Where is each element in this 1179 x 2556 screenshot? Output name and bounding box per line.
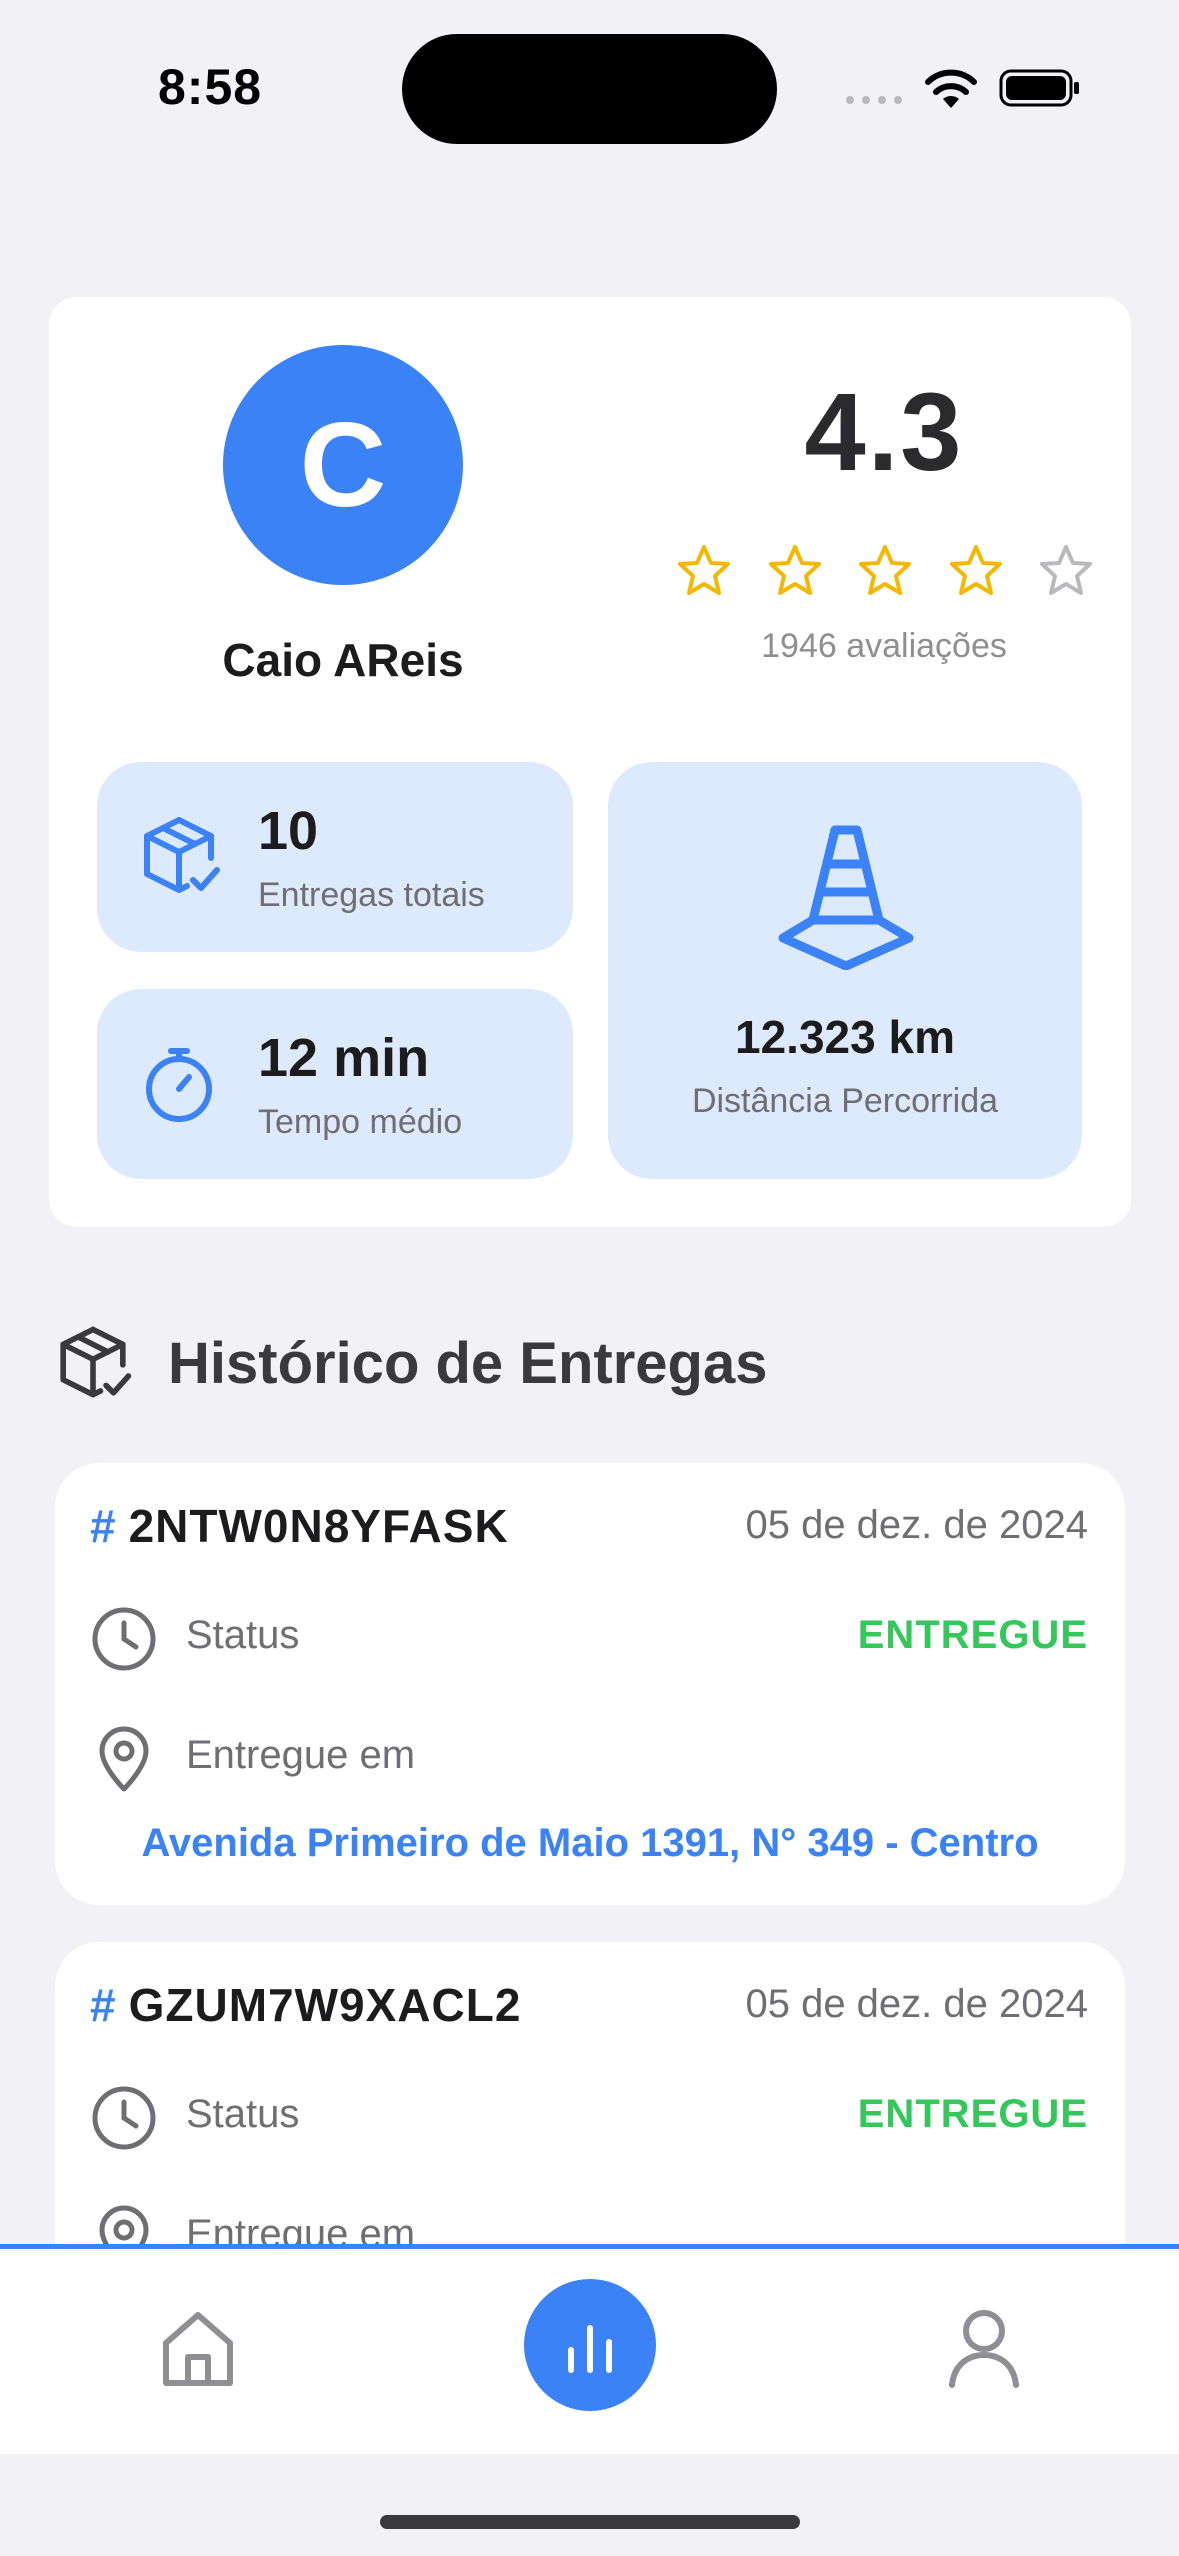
home-icon[interactable] bbox=[160, 2309, 236, 2389]
package-check-icon bbox=[144, 817, 220, 893]
tab-stats[interactable] bbox=[524, 2279, 656, 2411]
deliveries-value: 10 bbox=[258, 801, 319, 861]
star-empty-icon bbox=[1040, 545, 1092, 595]
avatar: C bbox=[223, 345, 463, 585]
profile-card: C Caio AReis 4.3 1946 avaliações 10 Entr… bbox=[49, 297, 1131, 1227]
clock-icon bbox=[92, 1607, 156, 1671]
history-title: Histórico de Entregas bbox=[168, 1331, 768, 1396]
location-label: Entregue em bbox=[186, 1733, 416, 1777]
stat-total-deliveries: 10 Entregas totais bbox=[97, 762, 573, 952]
status-time: 8:58 bbox=[158, 59, 263, 115]
status-label: Status bbox=[186, 2092, 300, 2136]
star-filled-icon bbox=[949, 545, 1002, 595]
deliveries-label: Entregas totais bbox=[258, 876, 485, 914]
order-code: GZUM7W9XACL2 bbox=[128, 1979, 522, 2031]
star-filled-icon bbox=[768, 545, 821, 595]
star-filled-icon bbox=[859, 545, 911, 595]
order-date: 05 de dez. de 2024 bbox=[745, 1982, 1088, 2026]
order-date: 05 de dez. de 2024 bbox=[745, 1503, 1088, 1547]
stat-average-time: 12 min Tempo médio bbox=[97, 989, 573, 1179]
tab-bar bbox=[0, 2244, 1179, 2454]
order-id: # GZUM7W9XACL2 bbox=[90, 1978, 521, 2032]
hash-symbol: # bbox=[90, 1979, 117, 2031]
clock-icon bbox=[92, 2086, 156, 2150]
user-icon[interactable] bbox=[946, 2307, 1022, 2389]
delivery-card[interactable]: #2NTW0N8YFASK 05 de dez. de 2024 Status … bbox=[55, 1463, 1125, 1905]
order-code: 2NTW0N8YFASK bbox=[128, 1500, 509, 1552]
delivery-address[interactable]: Avenida Primeiro de Maio 1391, N° 349 - … bbox=[55, 1821, 1125, 1866]
user-name: Caio AReis bbox=[222, 634, 464, 686]
battery-icon bbox=[999, 69, 1079, 107]
stopwatch-icon bbox=[146, 1048, 212, 1122]
status-badge: ENTREGUE bbox=[857, 1613, 1088, 1657]
distance-label: Distância Percorrida bbox=[691, 1082, 999, 1120]
rating-value: 4.3 bbox=[804, 371, 964, 494]
map-pin-icon bbox=[99, 1726, 149, 1792]
status-badge: ENTREGUE bbox=[857, 2092, 1088, 2136]
star-filled-icon bbox=[678, 545, 730, 595]
traffic-cone-icon bbox=[778, 825, 914, 970]
dynamic-island bbox=[402, 34, 777, 144]
rating-count: 1946 avaliações bbox=[761, 627, 1007, 665]
order-id: #2NTW0N8YFASK bbox=[90, 1499, 509, 1553]
status-label: Status bbox=[186, 1613, 300, 1657]
home-indicator bbox=[380, 2515, 800, 2529]
rating-stars bbox=[635, 543, 1135, 603]
bar-chart-icon bbox=[568, 2325, 612, 2373]
avg-time-value: 12 min bbox=[258, 1028, 430, 1088]
avg-time-label: Tempo médio bbox=[258, 1103, 463, 1141]
wifi-icon bbox=[925, 69, 977, 108]
distance-value: 12.323 km bbox=[735, 1011, 955, 1063]
hash-symbol: # bbox=[90, 1500, 117, 1552]
stat-distance: 12.323 km Distância Percorrida bbox=[608, 762, 1082, 1179]
signal-dots-icon bbox=[846, 96, 902, 104]
package-check-icon bbox=[60, 1326, 132, 1398]
